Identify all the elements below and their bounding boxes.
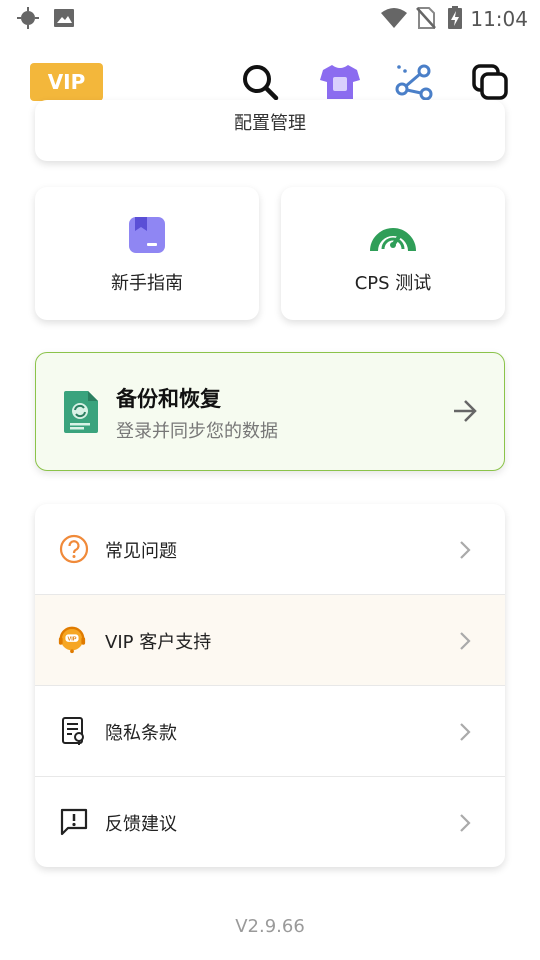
status-time: 11:04 bbox=[470, 7, 528, 31]
cps-test-tile[interactable]: CPS 测试 bbox=[281, 187, 505, 320]
menu-item-feedback[interactable]: 反馈建议 bbox=[35, 777, 505, 867]
backup-restore-card[interactable]: 备份和恢复 登录并同步您的数据 bbox=[35, 352, 505, 471]
chevron-right-icon bbox=[459, 631, 471, 655]
location-icon bbox=[16, 6, 40, 34]
battery-charging-icon bbox=[447, 6, 463, 34]
privacy-document-icon bbox=[59, 716, 89, 746]
faq-label: 常见问题 bbox=[105, 541, 177, 562]
theme-shirt-icon[interactable] bbox=[318, 60, 362, 104]
chevron-right-icon bbox=[459, 722, 471, 746]
help-menu-card: 常见问题 VIP VIP 客户支持 隐私条款 反馈建议 bbox=[35, 504, 505, 867]
guide-label: 新手指南 bbox=[111, 273, 183, 294]
svg-text:VIP: VIP bbox=[67, 636, 76, 642]
speedometer-icon bbox=[281, 215, 505, 257]
app-version: V2.9.66 bbox=[235, 916, 305, 937]
menu-item-privacy[interactable]: 隐私条款 bbox=[35, 686, 505, 777]
question-icon bbox=[59, 534, 89, 564]
vip-button[interactable]: VIP bbox=[30, 63, 103, 101]
config-management-card[interactable]: 配置管理 bbox=[35, 100, 505, 161]
chevron-right-icon bbox=[459, 540, 471, 564]
cps-test-label: CPS 测试 bbox=[354, 273, 432, 294]
backup-title: 备份和恢复 bbox=[116, 387, 221, 411]
search-icon[interactable] bbox=[238, 60, 282, 104]
guide-tile[interactable]: 新手指南 bbox=[35, 187, 259, 320]
chevron-right-icon bbox=[459, 813, 471, 837]
config-management-label: 配置管理 bbox=[234, 113, 306, 134]
menu-item-vip-support[interactable]: VIP VIP 客户支持 bbox=[35, 595, 505, 686]
feedback-label: 反馈建议 bbox=[105, 814, 177, 835]
menu-item-faq[interactable]: 常见问题 bbox=[35, 504, 505, 595]
vip-support-icon: VIP bbox=[57, 625, 87, 655]
privacy-label: 隐私条款 bbox=[105, 723, 177, 744]
backup-subtitle: 登录并同步您的数据 bbox=[116, 421, 278, 442]
arrow-right-icon bbox=[452, 399, 478, 427]
wifi-icon bbox=[380, 6, 408, 34]
share-icon[interactable] bbox=[392, 60, 436, 104]
feedback-icon bbox=[59, 807, 89, 837]
window-copy-icon[interactable] bbox=[468, 60, 512, 104]
no-sim-icon bbox=[416, 6, 436, 34]
backup-file-icon bbox=[62, 389, 100, 439]
image-icon bbox=[52, 6, 76, 34]
guide-book-icon bbox=[35, 215, 259, 257]
vip-support-label: VIP 客户支持 bbox=[105, 632, 212, 653]
status-bar: 11:04 bbox=[0, 0, 540, 36]
